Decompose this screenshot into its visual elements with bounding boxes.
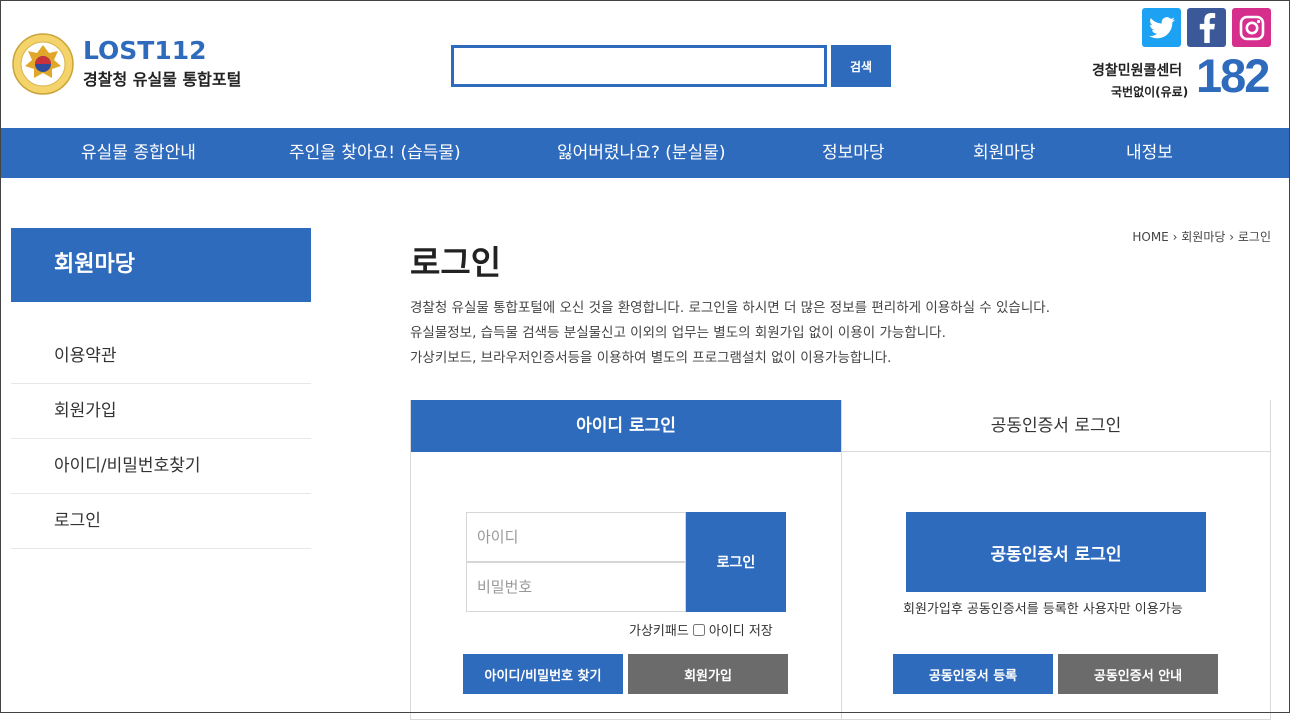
- chevron-right-icon: ›: [1172, 230, 1178, 244]
- page-title: 로그인: [410, 243, 502, 282]
- nav-item-member[interactable]: 회원마당: [973, 128, 1036, 178]
- id-input[interactable]: [466, 512, 686, 562]
- cert-register-button[interactable]: 공동인증서 등록: [893, 654, 1053, 694]
- breadcrumb-current: 로그인: [1237, 230, 1271, 244]
- sidebar-item-terms[interactable]: 이용약관: [11, 329, 311, 384]
- sidebar-item-find[interactable]: 아이디/비밀번호찾기: [11, 439, 311, 494]
- call-center-label: 경찰민원콜센터: [1092, 63, 1183, 79]
- brand-subtitle[interactable]: 경찰청 유실물 통합포털: [83, 66, 241, 90]
- sidebar-item-join[interactable]: 회원가입: [11, 384, 311, 439]
- nav-item-found[interactable]: 주인을 찾아요! (습득물): [289, 128, 461, 178]
- cert-note: 회원가입후 공동인증서를 등록한 사용자만 이용가능: [903, 602, 1183, 617]
- chevron-right-icon: ›: [1229, 230, 1235, 244]
- join-button[interactable]: 회원가입: [628, 654, 788, 694]
- find-id-password-button[interactable]: 아이디/비밀번호 찾기: [463, 654, 623, 694]
- panel-divider: [841, 400, 842, 720]
- breadcrumb-home[interactable]: HOME: [1132, 230, 1168, 244]
- main-nav: 유실물 종합안내 주인을 찾아요! (습득물) 잃어버렸나요? (분실물) 정보…: [0, 128, 1290, 178]
- login-options: 가상키패드 아이디 저장: [629, 620, 773, 639]
- breadcrumb-member[interactable]: 회원마당: [1181, 230, 1225, 244]
- save-id-label[interactable]: 아이디 저장: [709, 620, 773, 639]
- intro-line: 경찰청 유실물 통합포털에 오신 것을 환영합니다. 로그인을 하시면 더 많은…: [410, 300, 1050, 316]
- brand-title[interactable]: LOST112: [83, 36, 207, 65]
- call-center-sub: 국번없이(유료): [1111, 85, 1189, 99]
- sidebar-item-login[interactable]: 로그인: [11, 494, 311, 549]
- cert-login-button[interactable]: 공동인증서 로그인: [906, 512, 1206, 592]
- save-id-checkbox[interactable]: [692, 623, 705, 636]
- search-input[interactable]: [451, 45, 827, 87]
- facebook-icon[interactable]: [1187, 8, 1226, 47]
- instagram-icon[interactable]: [1232, 8, 1271, 47]
- police-emblem-logo[interactable]: [12, 33, 74, 95]
- password-input[interactable]: [466, 562, 686, 612]
- search-button[interactable]: 검색: [831, 45, 891, 87]
- cert-guide-button[interactable]: 공동인증서 안내: [1058, 654, 1218, 694]
- twitter-icon[interactable]: [1142, 8, 1181, 47]
- sidebar-heading: 회원마당: [11, 228, 311, 302]
- tab-cert-login[interactable]: 공동인증서 로그인: [842, 400, 1270, 452]
- tab-id-login[interactable]: 아이디 로그인: [411, 400, 841, 452]
- intro-line: 유실물정보, 습득물 검색등 분실물신고 이외의 업무는 별도의 회원가입 없이…: [410, 325, 946, 341]
- nav-item-info[interactable]: 정보마당: [822, 128, 885, 178]
- intro-line: 가상키보드, 브라우저인증서등을 이용하여 별도의 프로그램설치 없이 이용가능…: [410, 350, 892, 366]
- nav-item-lost[interactable]: 잃어버렸나요? (분실물): [557, 128, 725, 178]
- breadcrumb: HOME › 회원마당 › 로그인: [1132, 228, 1271, 245]
- virtual-keypad-link[interactable]: 가상키패드: [629, 620, 689, 639]
- nav-item-guide[interactable]: 유실물 종합안내: [81, 128, 196, 178]
- nav-item-myinfo[interactable]: 내정보: [1126, 128, 1173, 178]
- call-center-number: 182: [1196, 49, 1270, 102]
- login-button[interactable]: 로그인: [686, 512, 786, 612]
